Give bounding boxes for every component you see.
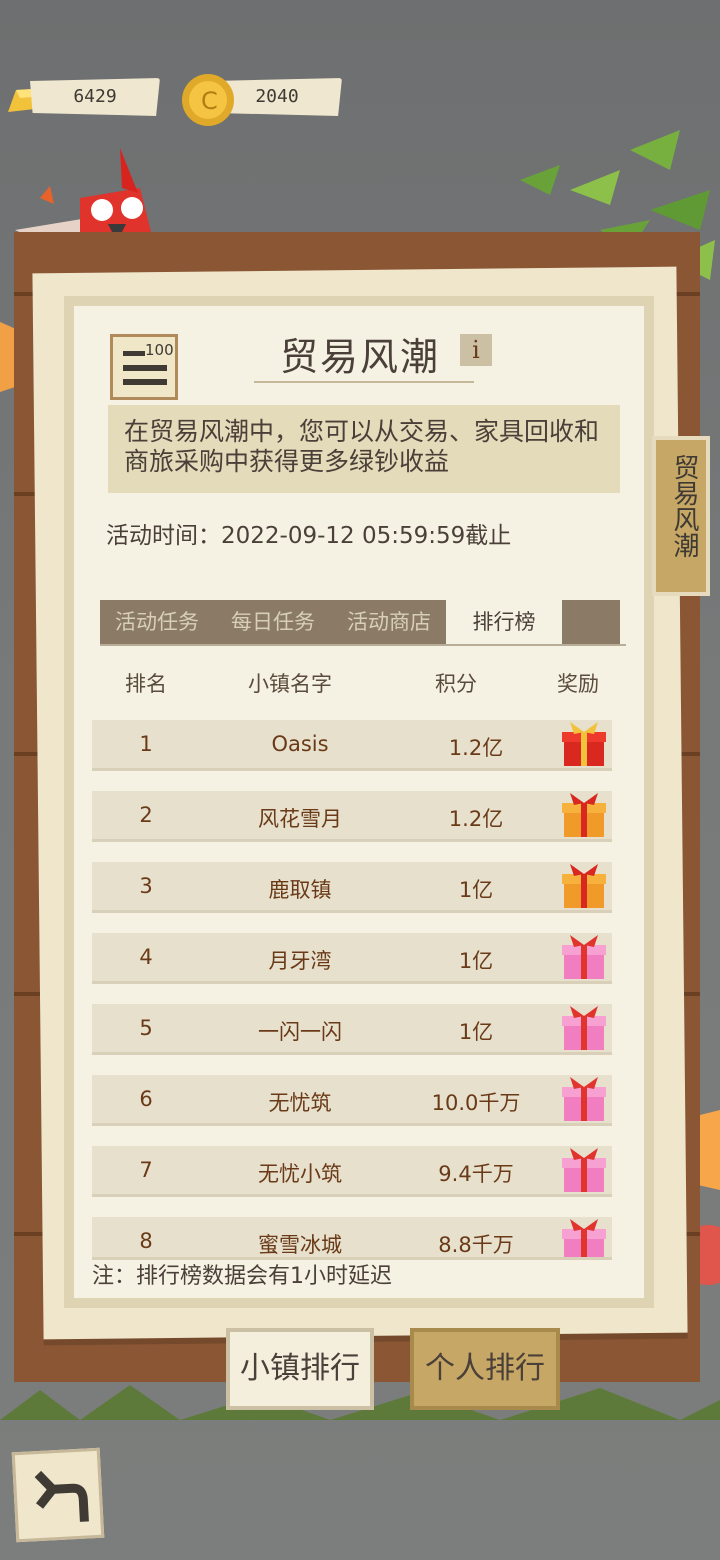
row-score: 10.0千万 xyxy=(431,1091,521,1115)
tab-underline xyxy=(100,644,626,646)
header-town-name: 小镇名字 xyxy=(248,672,332,696)
row-rank: 3 xyxy=(139,874,153,898)
pink-gift-icon[interactable] xyxy=(560,935,608,981)
table-row: 8 蜜雪冰城 8.8千万 xyxy=(92,1217,612,1260)
row-score: 1.2亿 xyxy=(448,736,504,760)
svg-text:C: C xyxy=(201,87,218,115)
row-rank: 6 xyxy=(139,1087,153,1111)
row-town-name: 无忧筑 xyxy=(268,1091,332,1115)
orange-gift-icon[interactable] xyxy=(560,793,608,839)
row-score: 1亿 xyxy=(458,878,494,902)
table-row: 5 一闪一闪 1亿 xyxy=(92,1004,612,1055)
gold-counter: 6429 xyxy=(30,78,160,116)
tab-leaderboard[interactable]: 排行榜 xyxy=(446,600,562,644)
row-score: 1亿 xyxy=(458,1020,494,1044)
row-score: 1.2亿 xyxy=(448,807,504,831)
red-gift-icon[interactable] xyxy=(560,722,608,768)
town-rank-button[interactable]: 小镇排行 xyxy=(226,1328,374,1410)
tab-event-tasks[interactable]: 活动任务 xyxy=(104,600,210,644)
row-rank: 2 xyxy=(139,803,153,827)
tab-daily-tasks[interactable]: 每日任务 xyxy=(220,600,326,644)
row-score: 8.8千万 xyxy=(438,1233,514,1257)
back-arrow-icon xyxy=(34,1470,89,1522)
header-reward: 奖励 xyxy=(557,672,599,696)
back-button[interactable] xyxy=(11,1447,105,1543)
delay-note: 注：排行榜数据会有1小时延迟 xyxy=(92,1264,392,1289)
header-rank: 排名 xyxy=(125,672,167,696)
title-divider xyxy=(254,381,474,383)
info-icon[interactable]: i xyxy=(460,334,492,366)
pink-gift-icon[interactable] xyxy=(560,1219,608,1257)
row-rank: 5 xyxy=(139,1016,153,1040)
pink-gift-icon[interactable] xyxy=(560,1148,608,1194)
row-rank: 7 xyxy=(139,1158,153,1182)
row-rank: 8 xyxy=(139,1229,153,1253)
row-town-name: 风花雪月 xyxy=(258,807,342,831)
table-row: 1 Oasis 1.2亿 xyxy=(92,720,612,771)
table-row: 7 无忧小筑 9.4千万 xyxy=(92,1146,612,1197)
row-rank: 4 xyxy=(139,945,153,969)
row-town-name: 月牙湾 xyxy=(268,949,332,973)
table-row: 4 月牙湾 1亿 xyxy=(92,933,612,984)
row-town-name: Oasis xyxy=(271,732,329,756)
event-description-box: 在贸易风潮中，您可以从交易、家具回收和商旅采购中获得更多绿钞收益 xyxy=(108,405,620,493)
event-side-tab[interactable]: 贸易风潮 xyxy=(652,436,710,596)
table-row: 2 风花雪月 1.2亿 xyxy=(92,791,612,842)
personal-rank-button[interactable]: 个人排行 xyxy=(410,1328,560,1410)
row-score: 9.4千万 xyxy=(438,1162,514,1186)
orange-gift-icon[interactable] xyxy=(560,864,608,910)
header-score: 积分 xyxy=(435,672,477,696)
event-description: 在贸易风潮中，您可以从交易、家具回收和商旅采购中获得更多绿钞收益 xyxy=(124,417,600,476)
gold-amount: 6429 xyxy=(73,86,117,107)
row-town-name: 蜜雪冰城 xyxy=(258,1233,342,1257)
event-title: 贸易风潮 xyxy=(279,335,440,379)
side-tab-label: 贸易风潮 xyxy=(669,454,699,558)
event-time: 活动时间：2022-09-12 05:59:59截止 xyxy=(106,523,512,549)
table-row: 3 鹿取镇 1亿 xyxy=(92,862,612,913)
row-town-name: 一闪一闪 xyxy=(258,1020,342,1044)
row-town-name: 无忧小筑 xyxy=(258,1162,342,1186)
row-town-name: 鹿取镇 xyxy=(268,878,332,902)
tab-event-shop[interactable]: 活动商店 xyxy=(336,600,442,644)
row-score: 1亿 xyxy=(458,949,494,973)
table-row: 6 无忧筑 10.0千万 xyxy=(92,1075,612,1126)
pink-gift-icon[interactable] xyxy=(560,1006,608,1052)
row-rank: 1 xyxy=(139,732,153,756)
pink-gift-icon[interactable] xyxy=(560,1077,608,1123)
coin-icon: C xyxy=(180,72,236,128)
